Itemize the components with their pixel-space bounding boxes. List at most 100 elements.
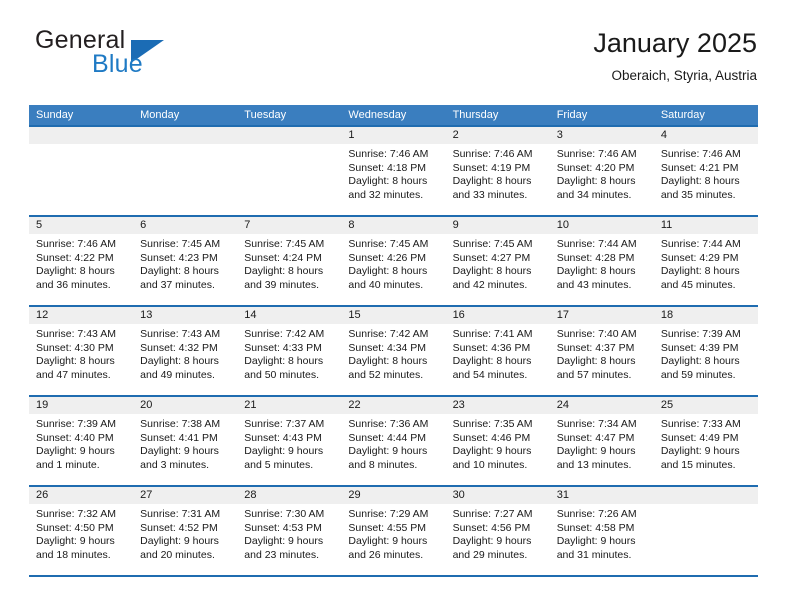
day-number: 3 <box>549 127 654 144</box>
daylight-text-cont: and 23 minutes. <box>244 548 319 561</box>
day-details: Sunrise: 7:46 AM Sunset: 4:22 PM Daylight:… <box>29 234 133 292</box>
day-cell-24[interactable]: 24 Sunrise: 7:34 AM Sunset: 4:47 PM Dayligh… <box>549 397 654 485</box>
day-cell-25[interactable]: 25 Sunrise: 7:33 AM Sunset: 4:49 PM Dayligh… <box>653 397 758 485</box>
day-number: 14 <box>237 307 342 324</box>
location-subtitle: Oberaich, Styria, Austria <box>611 68 757 83</box>
daylight-text: Daylight: 9 hours <box>348 445 428 457</box>
day-details: Sunrise: 7:42 AM Sunset: 4:34 PM Daylight:… <box>341 324 445 382</box>
day-cell-21[interactable]: 21 Sunrise: 7:37 AM Sunset: 4:43 PM Dayligh… <box>237 397 342 485</box>
day-details <box>29 144 133 148</box>
day-cell-26[interactable]: 26 Sunrise: 7:32 AM Sunset: 4:50 PM Dayligh… <box>29 487 134 575</box>
day-number: 21 <box>237 397 342 414</box>
day-details: Sunrise: 7:41 AM Sunset: 4:36 PM Daylight:… <box>446 324 550 382</box>
day-cell-8[interactable]: 8 Sunrise: 7:45 AM Sunset: 4:26 PM Daylight… <box>341 217 446 305</box>
daylight-text: Daylight: 8 hours <box>452 265 532 277</box>
sunset-text: Sunset: 4:30 PM <box>36 341 114 354</box>
weekday-header-tuesday: Tuesday <box>244 109 287 121</box>
daylight-text: Daylight: 9 hours <box>36 445 115 457</box>
day-cell-12[interactable]: 12 Sunrise: 7:43 AM Sunset: 4:30 PM Dayligh… <box>29 307 134 395</box>
day-number: 25 <box>653 397 758 414</box>
day-details: Sunrise: 7:40 AM Sunset: 4:37 PM Daylight:… <box>550 324 654 382</box>
day-details: Sunrise: 7:43 AM Sunset: 4:30 PM Daylight:… <box>29 324 133 382</box>
day-details: Sunrise: 7:31 AM Sunset: 4:52 PM Daylight:… <box>133 504 237 562</box>
day-cell-22[interactable]: 22 Sunrise: 7:36 AM Sunset: 4:44 PM Dayligh… <box>341 397 446 485</box>
day-number: 20 <box>133 397 238 414</box>
sunset-text: Sunset: 4:26 PM <box>348 251 427 264</box>
sunrise-text: Sunrise: 7:46 AM <box>660 148 741 160</box>
sunset-text: Sunset: 4:43 PM <box>244 431 322 444</box>
daylight-text-cont: and 15 minutes. <box>660 458 736 471</box>
daylight-text-cont: and 18 minutes. <box>36 548 111 561</box>
day-number <box>133 127 238 144</box>
sunrise-text: Sunrise: 7:26 AM <box>556 508 637 520</box>
day-details: Sunrise: 7:46 AM Sunset: 4:20 PM Daylight:… <box>550 144 654 202</box>
day-cell-6[interactable]: 6 Sunrise: 7:45 AM Sunset: 4:23 PM Daylight… <box>133 217 238 305</box>
day-details: Sunrise: 7:36 AM Sunset: 4:44 PM Daylight:… <box>341 414 445 472</box>
day-cell-10[interactable]: 10 Sunrise: 7:44 AM Sunset: 4:28 PM Dayligh… <box>549 217 654 305</box>
day-details: Sunrise: 7:35 AM Sunset: 4:46 PM Daylight:… <box>446 414 550 472</box>
day-details: Sunrise: 7:46 AM Sunset: 4:18 PM Daylight:… <box>341 144 445 202</box>
sunrise-text: Sunrise: 7:37 AM <box>244 418 325 430</box>
sunrise-text: Sunrise: 7:46 AM <box>36 238 116 250</box>
sunset-text: Sunset: 4:55 PM <box>348 521 427 534</box>
day-cell-14[interactable]: 14 Sunrise: 7:42 AM Sunset: 4:33 PM Dayligh… <box>237 307 342 395</box>
day-cell-4[interactable]: 4 Sunrise: 7:46 AM Sunset: 4:21 PM Daylight… <box>653 127 758 215</box>
sunset-text: Sunset: 4:56 PM <box>452 521 531 534</box>
sunrise-text: Sunrise: 7:38 AM <box>140 418 221 430</box>
daylight-text: Daylight: 8 hours <box>660 265 740 277</box>
day-number: 28 <box>237 487 342 504</box>
day-cell-27[interactable]: 27 Sunrise: 7:31 AM Sunset: 4:52 PM Dayligh… <box>133 487 238 575</box>
day-details: Sunrise: 7:45 AM Sunset: 4:27 PM Daylight:… <box>446 234 550 292</box>
daylight-text-cont: and 50 minutes. <box>244 368 319 381</box>
day-cell-18[interactable]: 18 Sunrise: 7:39 AM Sunset: 4:39 PM Dayligh… <box>653 307 758 395</box>
day-cell-1[interactable]: 1 Sunrise: 7:46 AM Sunset: 4:18 PM Daylight… <box>341 127 446 215</box>
week-row: 5 Sunrise: 7:46 AM Sunset: 4:22 PM Daylight… <box>29 215 758 305</box>
sunset-text: Sunset: 4:58 PM <box>556 521 635 534</box>
daylight-text-cont: and 31 minutes. <box>556 548 632 561</box>
day-cell-20[interactable]: 20 Sunrise: 7:38 AM Sunset: 4:41 PM Dayligh… <box>133 397 238 485</box>
daylight-text: Daylight: 9 hours <box>452 445 532 457</box>
day-number: 27 <box>133 487 238 504</box>
day-cell-31[interactable]: 31 Sunrise: 7:26 AM Sunset: 4:58 PM Dayligh… <box>549 487 654 575</box>
day-cell-empty <box>133 127 238 215</box>
day-cell-29[interactable]: 29 Sunrise: 7:29 AM Sunset: 4:55 PM Dayligh… <box>341 487 446 575</box>
daylight-text-cont: and 1 minute. <box>36 458 100 471</box>
day-number: 9 <box>445 217 550 234</box>
sunset-text: Sunset: 4:36 PM <box>452 341 531 354</box>
day-cell-5[interactable]: 5 Sunrise: 7:46 AM Sunset: 4:22 PM Daylight… <box>29 217 134 305</box>
day-cell-23[interactable]: 23 Sunrise: 7:35 AM Sunset: 4:46 PM Dayligh… <box>445 397 550 485</box>
day-cell-19[interactable]: 19 Sunrise: 7:39 AM Sunset: 4:40 PM Dayligh… <box>29 397 134 485</box>
day-cell-16[interactable]: 16 Sunrise: 7:41 AM Sunset: 4:36 PM Dayligh… <box>445 307 550 395</box>
sunrise-text: Sunrise: 7:34 AM <box>556 418 637 430</box>
week-row: 19 Sunrise: 7:39 AM Sunset: 4:40 PM Dayligh… <box>29 395 758 485</box>
daylight-text-cont: and 54 minutes. <box>452 368 528 381</box>
sunrise-text: Sunrise: 7:46 AM <box>348 148 429 160</box>
day-cell-9[interactable]: 9 Sunrise: 7:45 AM Sunset: 4:27 PM Daylight… <box>445 217 550 305</box>
daylight-text-cont: and 37 minutes. <box>140 278 215 291</box>
day-number: 12 <box>29 307 134 324</box>
day-cell-11[interactable]: 11 Sunrise: 7:44 AM Sunset: 4:29 PM Dayligh… <box>653 217 758 305</box>
day-cell-17[interactable]: 17 Sunrise: 7:40 AM Sunset: 4:37 PM Dayligh… <box>549 307 654 395</box>
sunset-text: Sunset: 4:37 PM <box>556 341 635 354</box>
daylight-text-cont: and 45 minutes. <box>660 278 736 291</box>
day-cell-28[interactable]: 28 Sunrise: 7:30 AM Sunset: 4:53 PM Dayligh… <box>237 487 342 575</box>
day-cell-7[interactable]: 7 Sunrise: 7:45 AM Sunset: 4:24 PM Daylight… <box>237 217 342 305</box>
day-cell-13[interactable]: 13 Sunrise: 7:43 AM Sunset: 4:32 PM Dayligh… <box>133 307 238 395</box>
sunset-text: Sunset: 4:47 PM <box>556 431 635 444</box>
day-details: Sunrise: 7:46 AM Sunset: 4:21 PM Daylight:… <box>654 144 758 202</box>
daylight-text-cont: and 29 minutes. <box>452 548 528 561</box>
day-cell-15[interactable]: 15 Sunrise: 7:42 AM Sunset: 4:34 PM Dayligh… <box>341 307 446 395</box>
day-cell-empty <box>237 127 342 215</box>
weekday-header-row: Sunday Monday Tuesday Wednesday Thursday Frid… <box>29 105 758 125</box>
daylight-text: Daylight: 9 hours <box>660 445 740 457</box>
day-cell-2[interactable]: 2 Sunrise: 7:46 AM Sunset: 4:19 PM Daylight… <box>445 127 550 215</box>
day-cell-30[interactable]: 30 Sunrise: 7:27 AM Sunset: 4:56 PM Dayligh… <box>445 487 550 575</box>
sunset-text: Sunset: 4:44 PM <box>348 431 427 444</box>
weekday-header-sunday: Sunday <box>36 109 74 121</box>
brand-logo[interactable]: General Blue <box>35 26 245 84</box>
day-cell-3[interactable]: 3 Sunrise: 7:46 AM Sunset: 4:20 PM Daylight… <box>549 127 654 215</box>
day-number: 23 <box>445 397 550 414</box>
daylight-text-cont: and 43 minutes. <box>556 278 632 291</box>
sunrise-text: Sunrise: 7:45 AM <box>348 238 429 250</box>
day-details <box>654 504 758 508</box>
